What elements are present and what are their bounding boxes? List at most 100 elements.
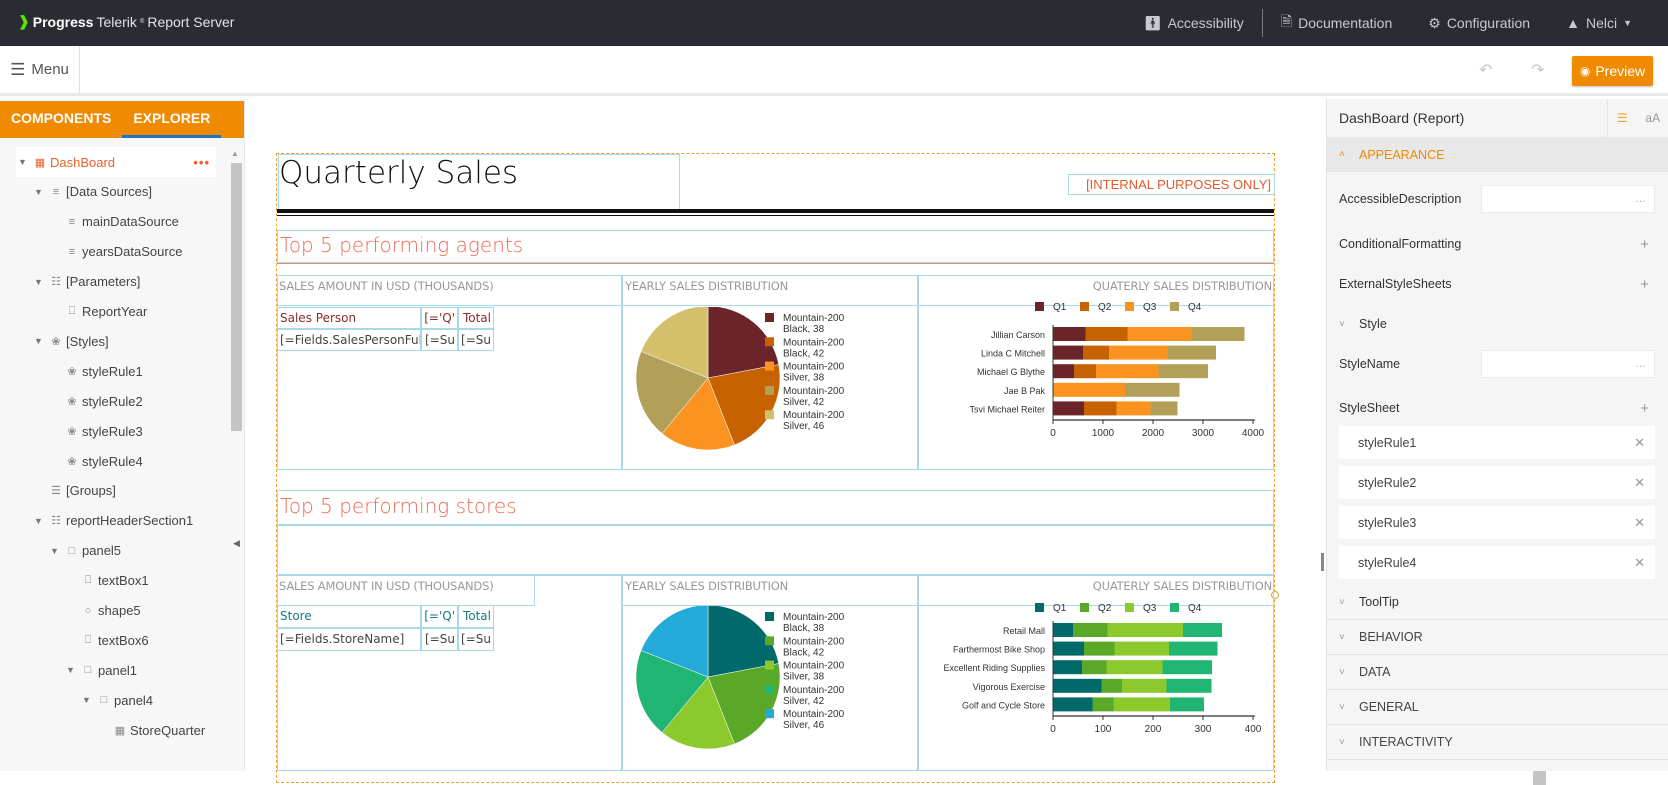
categorized-view-icon[interactable]: ☰: [1617, 111, 1628, 125]
category-label: Linda C Mitchell: [981, 349, 1045, 359]
tree-node[interactable]: ⎕ ReportYear: [0, 297, 148, 327]
expand-arrow-icon[interactable]: ▼: [34, 187, 48, 197]
style-rule-item[interactable]: styleRule4 ✕: [1339, 546, 1655, 579]
bar-segment: [1085, 327, 1128, 341]
agents-pie-chart[interactable]: Mountain-200Black, 38Mountain-200Black, …: [623, 307, 917, 469]
style-name-input[interactable]: …: [1481, 350, 1655, 378]
expand-arrow-icon[interactable]: ▼: [82, 695, 96, 705]
stores-heading[interactable]: Top 5 performing stores: [280, 494, 517, 518]
remove-icon[interactable]: ✕: [1634, 475, 1645, 491]
table-header-cell[interactable]: Total: [458, 307, 494, 329]
table-data-cell[interactable]: [=Su: [458, 628, 494, 651]
nav-documentation[interactable]: 🗎︎ Documentation: [1263, 0, 1410, 46]
table-data-cell[interactable]: [=Fields.StoreName]: [277, 628, 421, 651]
tree-node-label: textBox1: [98, 573, 149, 589]
expand-arrow-icon[interactable]: ▼: [66, 665, 80, 675]
chevron-down-icon: ˅: [1339, 596, 1345, 608]
tree-node[interactable]: ≡ yearsDataSource: [0, 237, 183, 267]
tree-node[interactable]: ▦ StoreQuarter: [0, 715, 205, 745]
agents-heading[interactable]: Top 5 performing agents: [280, 233, 523, 257]
tree-node[interactable]: ⎕ textBox6: [0, 625, 149, 655]
style-rule-item[interactable]: styleRule3 ✕: [1339, 506, 1655, 539]
prop-style[interactable]: ˅ Style: [1339, 309, 1655, 339]
table-header-cell[interactable]: Total: [458, 605, 494, 628]
category-general[interactable]: ˅ GENERAL: [1327, 690, 1668, 725]
expand-arrow-icon[interactable]: ▼: [34, 336, 48, 346]
properties-splitter[interactable]: [1321, 553, 1324, 571]
tree-node[interactable]: ▼ □ panel1: [0, 655, 137, 685]
expand-arrow-icon[interactable]: ▼: [34, 516, 48, 526]
ellipsis-icon[interactable]: …: [1635, 193, 1646, 205]
category-behavior[interactable]: ˅ BEHAVIOR: [1327, 620, 1668, 655]
agents-bar-chart[interactable]: Q1 Q2 Q3 Q4 Jillian Carson Linda C Mitchell Mi…: [919, 302, 1273, 469]
table-data-cell[interactable]: [=Su: [421, 628, 458, 651]
preview-label: Preview: [1595, 63, 1646, 79]
legend-label-line2: Silver, 42: [783, 696, 825, 707]
preview-button[interactable]: ◉ Preview: [1572, 56, 1653, 86]
remove-icon[interactable]: ✕: [1634, 515, 1645, 531]
tree-node[interactable]: ▼ □ panel5: [0, 536, 121, 566]
table-header-cell[interactable]: [='Q': [421, 307, 458, 329]
style-rule-item[interactable]: styleRule2 ✕: [1339, 466, 1655, 499]
more-options-icon[interactable]: •••: [193, 155, 210, 170]
category-appearance[interactable]: ˄ APPEARANCE: [1327, 137, 1668, 172]
nav-configuration[interactable]: ⚙ Configuration: [1410, 0, 1548, 46]
bar-segment: [1053, 660, 1082, 675]
expand-arrow-icon[interactable]: ▼: [50, 546, 64, 556]
tree-node[interactable]: ▼ □ panel4: [0, 685, 153, 715]
expand-arrow-icon[interactable]: ▼: [18, 157, 32, 167]
tree-node[interactable]: ≡ mainDataSource: [0, 207, 179, 237]
agents-bar-caption: QUATERLY SALES DISTRIBUTION: [1092, 279, 1272, 293]
stores-bar-chart[interactable]: Q1 Q2 Q3 Q4 Retail Mall Farthermost Bike Shop…: [919, 603, 1273, 771]
table-data-cell[interactable]: [=Su: [421, 329, 458, 351]
scroll-up-icon[interactable]: ▲: [231, 149, 239, 158]
accessible-description-input[interactable]: …: [1481, 185, 1655, 213]
internal-label-frame[interactable]: [INTERNAL PURPOSES ONLY]: [1068, 174, 1275, 195]
tree-node[interactable]: ❀ styleRule3: [0, 416, 142, 446]
tree-node-label: styleRule1: [82, 363, 143, 379]
tree-node[interactable]: ○ shape5: [0, 596, 141, 626]
add-icon[interactable]: +: [1640, 276, 1649, 293]
table-data-cell[interactable]: [=Su: [458, 329, 494, 351]
tree-node[interactable]: ▼ ☷ [Parameters]: [0, 267, 140, 297]
tree-node[interactable]: ▼ ☷ reportHeaderSection1: [0, 506, 193, 536]
tree-node[interactable]: ❀ styleRule2: [0, 386, 142, 416]
category-data[interactable]: ˅ DATA: [1327, 655, 1668, 690]
stores-pie-chart[interactable]: Mountain-200Black, 38Mountain-200Black, …: [623, 606, 917, 771]
tab-components[interactable]: COMPONENTS: [0, 101, 122, 138]
tree-node[interactable]: ❀ styleRule1: [0, 356, 143, 386]
app-logo[interactable]: ❱ Progress Telerik ® Report Server: [18, 13, 234, 30]
tree-node[interactable]: ▼ ≡ [Data Sources]: [0, 177, 152, 207]
add-icon[interactable]: +: [1640, 236, 1649, 253]
palette-icon: ❀: [67, 395, 77, 408]
expand-arrow-icon[interactable]: ▼: [34, 277, 48, 287]
alphabetical-view-icon[interactable]: aA: [1645, 111, 1660, 125]
table-header-cell[interactable]: Sales Person: [277, 307, 421, 329]
bar-segment: [1158, 364, 1208, 379]
redo-icon[interactable]: ↷: [1531, 60, 1544, 80]
tab-explorer[interactable]: EXPLORER: [122, 101, 222, 138]
tree-node[interactable]: ☰ [Groups]: [0, 476, 116, 506]
category-interactivity[interactable]: ˅ INTERACTIVITY: [1327, 725, 1668, 760]
prop-tooltip[interactable]: ˅ ToolTip: [1327, 585, 1668, 620]
tree-node[interactable]: ▼ ❀ [Styles]: [0, 326, 109, 356]
undo-icon[interactable]: ↶: [1479, 60, 1492, 80]
nav-accessibility[interactable]: 🚹︎ Accessibility: [1126, 0, 1262, 46]
remove-icon[interactable]: ✕: [1634, 435, 1645, 451]
tree-node[interactable]: ❀ styleRule4: [0, 446, 142, 476]
menu-button[interactable]: ☰ Menu: [0, 46, 80, 93]
table-header-cell[interactable]: [='Q': [421, 605, 458, 628]
tree-node[interactable]: ⎕ textBox1: [0, 566, 149, 596]
collapse-left-panel-icon[interactable]: ◀: [233, 538, 240, 549]
scrollbar-thumb[interactable]: [231, 163, 242, 431]
explorer-scrollbar[interactable]: ▲: [229, 147, 243, 771]
style-rule-item[interactable]: styleRule1 ✕: [1339, 426, 1655, 459]
table-data-cell[interactable]: [=Fields.SalesPersonFull: [277, 329, 421, 351]
table-header-cell[interactable]: Store: [277, 605, 421, 628]
ellipsis-icon[interactable]: …: [1635, 358, 1646, 370]
report-title[interactable]: Quarterly Sales: [279, 155, 518, 191]
tree-node[interactable]: ▼ ▦ DashBoard •••: [16, 147, 216, 177]
nav-user-menu[interactable]: ▲ Nelci ▼: [1548, 0, 1650, 46]
add-icon[interactable]: +: [1640, 400, 1649, 417]
remove-icon[interactable]: ✕: [1634, 555, 1645, 571]
